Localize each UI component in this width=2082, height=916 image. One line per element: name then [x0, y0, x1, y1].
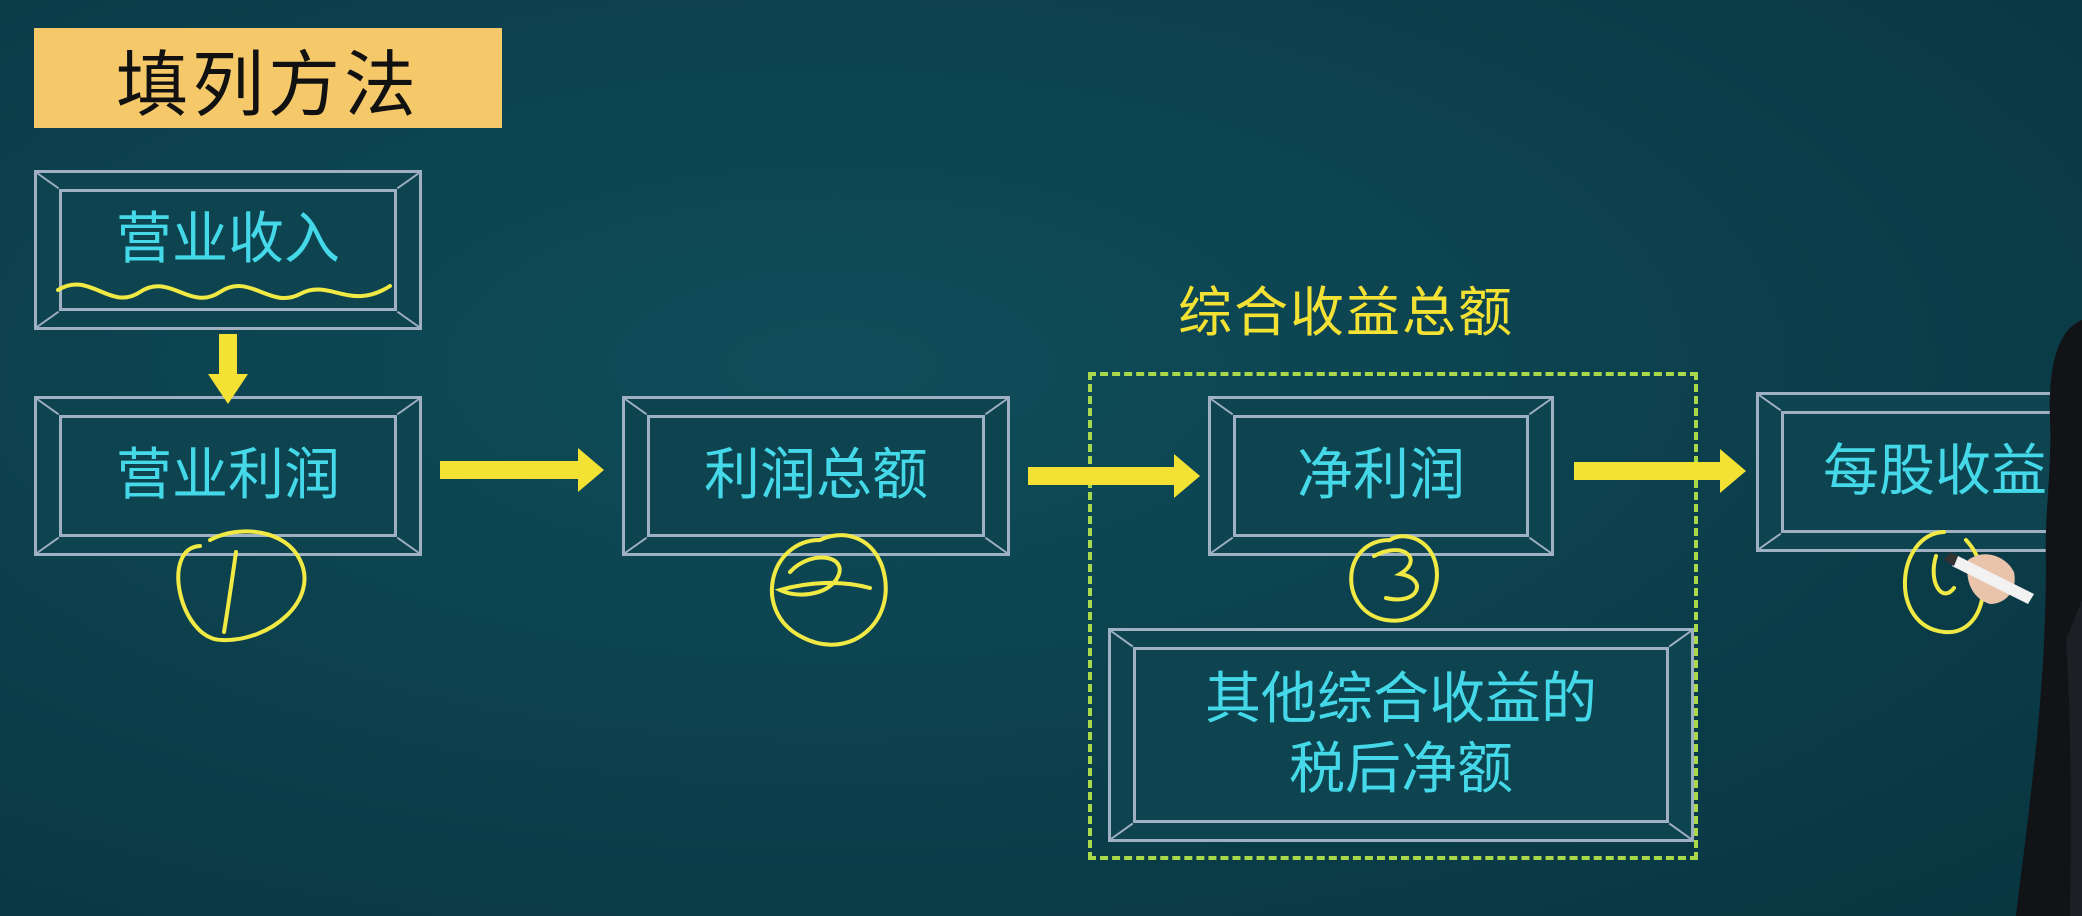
arrow-right-icon: [440, 448, 604, 492]
box-total-profit: 利润总额: [622, 396, 1010, 556]
box-eps-label: 每股收益: [1823, 439, 2047, 504]
box-total-profit-label: 利润总额: [704, 443, 928, 508]
arrow-right-icon: [1028, 454, 1200, 498]
box-oci-label: 其他综合收益的 税后净额: [1111, 631, 1691, 839]
box-revenue-label: 营业收入: [116, 207, 340, 272]
box-oci: 其他综合收益的 税后净额: [1108, 628, 1694, 842]
box-operating-profit: 营业利润: [34, 396, 422, 556]
box-eps: 每股收益: [1756, 392, 2082, 552]
arrow-down-icon: [208, 334, 248, 404]
box-net-profit: 净利润: [1208, 396, 1554, 556]
box-oci-line2: 税后净额: [1289, 737, 1513, 802]
box-net-profit-label: 净利润: [1297, 443, 1465, 508]
box-revenue: 营业收入: [34, 170, 422, 330]
box-oci-line1: 其他综合收益的: [1205, 667, 1597, 732]
arrow-right-icon: [1574, 449, 1746, 493]
box-operating-profit-label: 营业利润: [116, 443, 340, 508]
